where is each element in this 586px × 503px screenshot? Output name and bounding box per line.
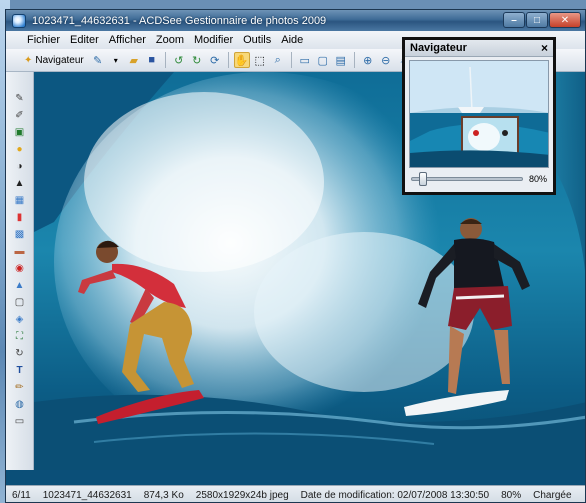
left-tool-strip: ✎ ✐ ▣ ● ◑ ▲ ▦ ▮ ▩ ▬ ◉ ▲ ▢ ◈ ⛶ ↻ T ✏ ◍ ▭ <box>6 72 34 470</box>
sharpen-icon[interactable]: ▲ <box>13 279 27 292</box>
text-tool-icon[interactable]: T <box>13 364 27 377</box>
maximize-button[interactable]: □ <box>526 12 548 28</box>
fit-width-icon[interactable]: ▤ <box>333 52 349 68</box>
navigator-thumbnail[interactable] <box>409 60 549 168</box>
zoom-tool-icon[interactable]: ⌕ <box>270 52 286 68</box>
actual-size-icon[interactable]: ▢ <box>315 52 331 68</box>
red-eye-icon[interactable]: ◉ <box>13 262 27 275</box>
save-icon[interactable]: ■ <box>144 52 160 68</box>
close-button[interactable]: ✕ <box>549 12 581 28</box>
navigator-toolbar-button[interactable]: ✦ Navigateur <box>20 55 88 66</box>
navigator-preview-image <box>410 61 548 167</box>
navigator-zoom-value: 80% <box>528 174 547 184</box>
status-modified: Date de modification: 02/07/2008 13:30:5… <box>300 489 490 501</box>
color-icon[interactable]: ▦ <box>13 194 27 207</box>
title-bar[interactable]: 1023471_44632631 - ACDSee Gestionnaire d… <box>6 10 585 31</box>
photo-icon[interactable]: ▩ <box>13 228 27 241</box>
status-filename: 1023471_44632631 <box>42 489 132 501</box>
toolbar-separator <box>164 52 166 68</box>
edit-tool-icon[interactable]: ✎ <box>13 92 27 105</box>
status-position: 6/11 <box>12 489 31 501</box>
window-title: 1023471_44632631 - ACDSee Gestionnaire d… <box>32 14 327 27</box>
status-dimensions: 2580x1929x24b jpeg <box>195 489 289 501</box>
refresh-icon[interactable]: ⟳ <box>207 52 223 68</box>
menu-fichier[interactable]: Fichier <box>22 34 65 46</box>
navigator-title-bar[interactable]: Navigateur × <box>405 40 553 57</box>
edit-icon[interactable]: ✎ <box>90 52 106 68</box>
resize-icon[interactable]: ⛶ <box>13 330 27 343</box>
navigator-toolbar-label: Navigateur <box>35 54 84 66</box>
toolbar-separator <box>227 52 229 68</box>
minimize-button[interactable]: – <box>503 12 525 28</box>
pencil-icon[interactable]: ✏ <box>13 381 27 394</box>
menu-aide[interactable]: Aide <box>276 34 308 46</box>
menu-modifier[interactable]: Modifier <box>189 34 238 46</box>
star-icon: ✦ <box>24 54 33 66</box>
open-folder-icon[interactable]: ▰ <box>126 52 142 68</box>
navigator-title: Navigateur <box>410 42 467 54</box>
globe-icon[interactable]: ◍ <box>13 398 27 411</box>
status-state: Chargée <box>533 489 572 501</box>
status-bar: 6/11 1023471_44632631 874,3 Ko 2580x1929… <box>6 485 585 502</box>
window-controls: – □ ✕ <box>503 12 581 28</box>
status-zoom: 80% <box>501 489 522 501</box>
status-filesize: 874,3 Ko <box>143 489 184 501</box>
crop-icon[interactable]: ▣ <box>13 126 27 139</box>
fit-window-icon[interactable]: ▭ <box>297 52 313 68</box>
effects-icon[interactable]: ◈ <box>13 313 27 326</box>
menu-outils[interactable]: Outils <box>238 34 276 46</box>
acdsee-app-icon[interactable] <box>12 13 26 28</box>
brush-tool-icon[interactable]: ✐ <box>13 109 27 122</box>
navigator-zoom-control: 80% <box>405 168 553 190</box>
menu-editer[interactable]: Editer <box>65 34 104 46</box>
screen-icon[interactable]: ▭ <box>13 415 27 428</box>
zoom-slider[interactable] <box>411 172 523 186</box>
menu-zoom[interactable]: Zoom <box>151 34 189 46</box>
rotate-right-icon[interactable]: ↻ <box>189 52 205 68</box>
toolbar-separator <box>353 52 355 68</box>
zoom-slider-knob[interactable] <box>419 172 428 186</box>
photo-bottom-edge <box>6 470 585 485</box>
navigator-close-button[interactable]: × <box>541 41 548 55</box>
rotate-left-icon[interactable]: ↺ <box>171 52 187 68</box>
app-window: 1023471_44632631 - ACDSee Gestionnaire d… <box>5 9 586 503</box>
gradient-icon[interactable]: ▬ <box>13 245 27 258</box>
toolbar-separator <box>290 52 292 68</box>
frame-icon[interactable]: ▢ <box>13 296 27 309</box>
chevron-down-icon[interactable]: ▾ <box>108 52 124 68</box>
histogram-icon[interactable]: ▮ <box>13 211 27 224</box>
zoom-out-icon[interactable]: ⊖ <box>378 52 394 68</box>
pan-tool-icon[interactable]: ✋ <box>233 52 250 68</box>
navigator-panel: Navigateur × 80% <box>402 37 556 195</box>
zoom-in-icon[interactable]: ⊕ <box>360 52 376 68</box>
menu-afficher[interactable]: Afficher <box>104 34 151 46</box>
light-icon[interactable]: ● <box>13 143 27 156</box>
contrast-icon[interactable]: ◑ <box>13 160 27 173</box>
select-tool-icon[interactable]: ⬚ <box>252 52 268 68</box>
levels-icon[interactable]: ▲ <box>13 177 27 190</box>
rotate-icon[interactable]: ↻ <box>13 347 27 360</box>
